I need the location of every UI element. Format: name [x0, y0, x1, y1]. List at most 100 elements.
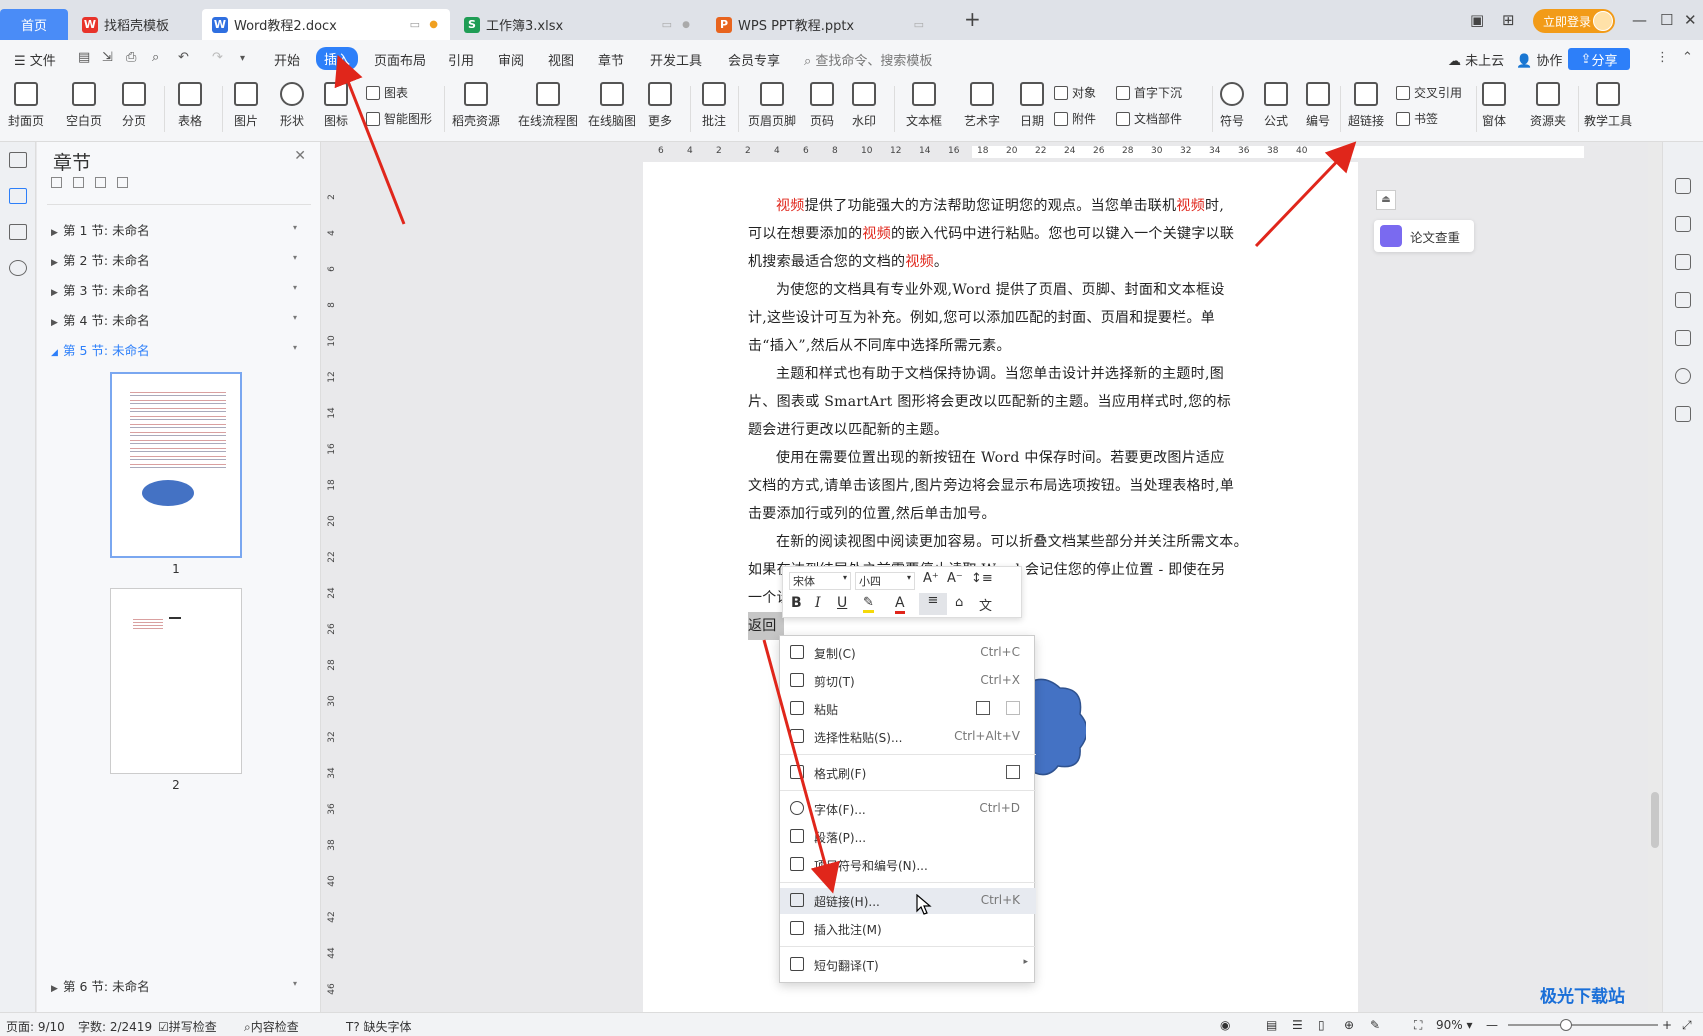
outline-view-icon[interactable]: ☰ — [1292, 1018, 1303, 1032]
date-button[interactable]: 日期 — [1020, 82, 1044, 129]
scrollbar-thumb[interactable] — [1651, 792, 1659, 848]
chevron-down-icon[interactable]: ▾ — [293, 313, 297, 322]
read-view-icon[interactable]: ▯ — [1318, 1018, 1325, 1032]
cloud-status[interactable]: ☁ 未上云 — [1444, 48, 1508, 71]
save-icon[interactable]: ▤ — [74, 48, 94, 67]
bookmark-button[interactable]: 书签 — [1396, 110, 1438, 127]
menu-member[interactable]: 会员专享 — [724, 48, 784, 71]
paragraph-4[interactable]: 使用在需要位置出现的新按钮在 Word 中保存时间。若要更改图片适应文档的方式,… — [748, 444, 1238, 528]
menu-review[interactable]: 审阅 — [494, 48, 528, 71]
menu-font[interactable]: 字体(F)... Ctrl+D — [780, 796, 1036, 822]
wordart-button[interactable]: 艺术字 — [964, 82, 1000, 129]
zoom-slider-handle[interactable] — [1560, 1019, 1572, 1031]
chart-button[interactable]: 图表 — [366, 84, 408, 101]
flowchart-button[interactable]: 在线流程图 — [518, 82, 578, 129]
preview-icon[interactable]: ⌕ — [148, 48, 163, 67]
blank-page-button[interactable]: 空白页 — [66, 82, 102, 129]
menu-references[interactable]: 引用 — [444, 48, 478, 71]
paste-text-only-icon[interactable] — [1006, 701, 1020, 715]
symbol-button[interactable]: 符号 — [1220, 82, 1244, 129]
teaching-tools-button[interactable]: 教学工具 — [1584, 82, 1632, 129]
zoom-select[interactable]: 90% ▾ — [1436, 1018, 1473, 1032]
fullscreen-icon[interactable]: ⤢ — [1682, 1018, 1692, 1033]
missing-font-button[interactable]: T? 缺失字体 — [346, 1018, 412, 1035]
paragraph-3[interactable]: 主题和样式也有助于文档保持协调。当您单击设计并选择新的主题时,图片、图表或 Sm… — [748, 360, 1238, 444]
expand-icon[interactable] — [73, 177, 84, 188]
italic-icon[interactable]: I — [815, 595, 821, 611]
horizontal-ruler[interactable]: 6 4 2 2 4 6 8 10 12 14 16 18 20 22 24 26 28 30 32 34 36 38 40 — [322, 142, 1662, 162]
adjust-icon[interactable] — [1675, 292, 1691, 308]
menu-bullets[interactable]: 项目符号和编号(N)... — [780, 852, 1036, 878]
command-search[interactable]: ⌕ 查找命令、搜索模板 — [800, 48, 936, 71]
zoom-in-icon[interactable]: + — [1662, 1018, 1672, 1032]
chevron-down-icon[interactable]: ▾ — [293, 223, 297, 232]
bold-icon[interactable]: B — [791, 595, 802, 611]
grid-icon[interactable]: ⊞ — [1502, 11, 1515, 29]
align-icon[interactable]: ≡ — [919, 593, 947, 615]
menu-format-brush[interactable]: 格式刷(F) — [780, 760, 1036, 786]
header-footer-button[interactable]: 页眉页脚 — [748, 82, 796, 129]
section-item[interactable]: ▶ 第 3 节: 未命名 ▾ — [51, 280, 311, 299]
paper-check-button[interactable]: 论文查重 — [1374, 220, 1474, 252]
chevron-down-icon[interactable]: ▾ — [293, 343, 297, 352]
tab-home[interactable]: 首页 — [0, 9, 68, 40]
numbering-button[interactable]: 编号 — [1306, 82, 1330, 129]
layout-icon[interactable]: ▣ — [1470, 11, 1484, 29]
menu-paragraph[interactable]: 段落(P)... — [780, 824, 1036, 850]
bookmark-icon[interactable] — [9, 224, 27, 240]
zoom-slider[interactable] — [1508, 1024, 1658, 1026]
collapse-icon[interactable] — [51, 177, 62, 188]
location-icon[interactable] — [1675, 368, 1691, 384]
menu-insert[interactable]: 插入 — [316, 47, 359, 70]
menu-translate[interactable]: 短句翻译(T) ▸ — [780, 952, 1036, 978]
word-count[interactable]: 字数: 2/2419 — [78, 1018, 152, 1035]
highlight-color-icon[interactable]: ✎ — [863, 595, 874, 613]
menu-copy[interactable]: 复制(C) Ctrl+C — [780, 640, 1036, 666]
tab-excel[interactable]: S 工作簿3.xlsx ▭ ● — [454, 9, 702, 40]
rocket-icon[interactable] — [1675, 178, 1691, 194]
paragraph-1[interactable]: 视频提供了功能强大的方法帮助您证明您的观点。当您单击联机视频时,可以在想要添加的… — [748, 192, 1238, 276]
picture-button[interactable]: 图片 — [234, 82, 258, 129]
attachment-button[interactable]: 附件 — [1054, 110, 1096, 127]
page-view-icon[interactable]: ▤ — [1266, 1018, 1277, 1032]
print-icon[interactable]: ⎙ — [122, 48, 140, 67]
doc-parts-button[interactable]: 文档部件 — [1116, 110, 1182, 127]
menu-cut[interactable]: 剪切(T) Ctrl+X — [780, 668, 1036, 694]
share-button[interactable]: ⇪ 分享 — [1568, 48, 1630, 70]
section-item[interactable]: ▶ 第 4 节: 未命名 ▾ — [51, 310, 311, 329]
page-break-button[interactable]: 分页 — [122, 82, 146, 129]
table-button[interactable]: 表格 — [178, 82, 202, 129]
drop-cap-button[interactable]: 首字下沉 — [1116, 84, 1182, 101]
image-search-icon[interactable] — [1675, 330, 1691, 346]
menu-insert-comment[interactable]: 插入批注(M) — [780, 916, 1036, 942]
textbox-button[interactable]: 文本框 — [906, 82, 942, 129]
icons-button[interactable]: 图标 — [324, 82, 348, 129]
section-item-active[interactable]: ◢ 第 5 节: 未命名 ▾ — [51, 340, 311, 359]
export-icon[interactable]: ⇲ — [98, 48, 117, 67]
cross-ref-button[interactable]: 交叉引用 — [1396, 84, 1462, 101]
more-button[interactable]: 更多 — [648, 82, 672, 129]
paragraph-5-line-1[interactable]: 在新的阅读视图中阅读更加容易。可以折叠文档某些部分并关注所需文本。 — [748, 528, 1248, 556]
format-brush-small-icon[interactable] — [1006, 765, 1020, 779]
menu-paste[interactable]: 粘贴 — [780, 696, 1036, 722]
add-section-icon[interactable] — [95, 177, 106, 188]
menu-start[interactable]: 开始 — [270, 48, 304, 71]
docer-resources-button[interactable]: 稻壳资源 — [452, 82, 500, 129]
add-tab-button[interactable]: + — [964, 7, 981, 31]
form-button[interactable]: 窗体 — [1482, 82, 1506, 129]
more-icon[interactable]: ▾ — [236, 51, 249, 66]
tab-ppt[interactable]: P WPS PPT教程.pptx ▭ — [706, 9, 954, 40]
shape-button[interactable]: 形状 — [280, 82, 304, 129]
page-indicator[interactable]: 页面: 9/10 — [6, 1018, 65, 1035]
underline-icon[interactable]: U — [837, 595, 847, 611]
file-menu[interactable]: ☰ 文件 — [10, 48, 60, 71]
menu-chapter[interactable]: 章节 — [594, 48, 628, 71]
object-button[interactable]: 对象 — [1054, 84, 1096, 101]
collapse-up-icon[interactable]: ⏏ — [1376, 190, 1396, 210]
login-button[interactable]: 立即登录 — [1533, 9, 1615, 33]
remove-section-icon[interactable] — [117, 177, 128, 188]
collab-button[interactable]: 👤 协作 — [1512, 48, 1566, 71]
page-thumbnail[interactable] — [110, 372, 242, 558]
collapse-ribbon-icon[interactable]: ⌃ — [1678, 48, 1697, 67]
close-icon[interactable]: ✕ — [1684, 11, 1697, 29]
